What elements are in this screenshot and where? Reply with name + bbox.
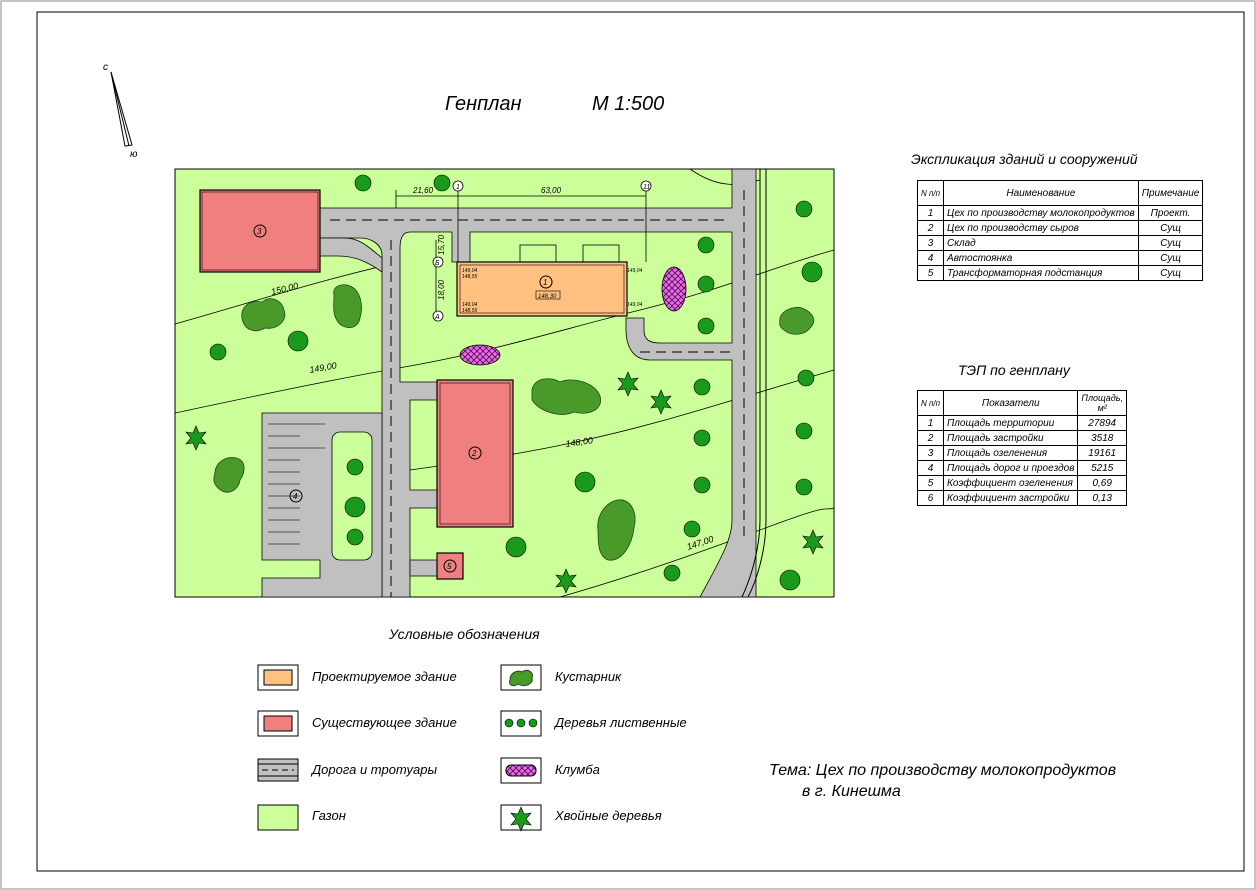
svg-text:149,04: 149,04 [627,302,643,308]
svg-text:1: 1 [456,184,460,191]
svg-text:Б: Б [435,260,440,267]
building-1-mark: 148,30 [538,294,557,300]
legend-lawn-label: Газон [312,808,346,823]
tep-table: N п/п Показатели Площадь, м² 1 Площадь т… [916,390,1127,506]
theme-line-1: Тема: Цех по производству молокопродукто… [769,762,1117,779]
flowerbed-1 [661,266,687,312]
table-row: 5 Коэффициент озеленения 0,69 [916,475,1127,491]
expl-header-name: Наименование [943,180,1139,206]
legend-symbols [257,664,542,832]
table-row: 4 Автостоянка Сущ [916,250,1204,266]
building-1-num: 1 [543,278,547,287]
table-row: 6 Коэффициент застройки 0,13 [916,490,1127,506]
north-label: с [103,62,108,73]
building-4-num: 4 [293,492,298,501]
flowerbed-2 [459,344,501,366]
dim-2160: 21,60 [412,186,434,195]
dim-6300: 63,00 [541,186,562,195]
table-row: 1 Цех по производству молокопродуктов Пр… [916,205,1204,221]
explication-title: Экспликация зданий и сооружений [911,151,1138,167]
table-row: 3 Площадь озеленения 19161 [916,445,1127,461]
table-row: 5 Трансформаторная подстанция Сущ [916,265,1204,281]
table-row: 4 Площадь дорог и проездов 5215 [916,460,1127,476]
svg-text:148,55: 148,55 [462,308,478,314]
lawn-island-b [582,244,620,264]
building-2-num: 2 [471,449,477,458]
dim-1800: 18,00 [437,279,446,300]
table-row: 1 Площадь территории 27894 [916,415,1127,431]
expl-header-note: Примечание [1137,180,1204,206]
table-row: 2 Площадь застройки 3518 [916,430,1127,446]
building-5-num: 5 [447,562,452,571]
plan-scale: М 1:500 [592,93,664,115]
expl-header-num: N п/п [916,180,945,206]
tep-title: ТЭП по генплану [958,362,1070,378]
tep-header-area: Площадь, м² [1077,390,1127,416]
table-row: 2 Цех по производству сыров Сущ [916,220,1204,236]
explication-table: N п/п Наименование Примечание 1 Цех по п… [916,180,1204,281]
plan-title: Генплан [445,93,522,115]
legend-flowerbed-label: Клумба [555,762,600,777]
north-arrow-icon: с ю [103,62,138,160]
svg-text:А: А [434,314,440,321]
legend-conifer-label: Хвойные деревья [555,808,662,823]
site-plan: 150,00 149,00 148,00 147,00 3 1 148,30 1… [174,168,835,598]
legend-road-label: Дорога и тротуары [312,762,438,777]
dim-1570: 15,70 [437,234,446,255]
legend-shrub-label: Кустарник [555,669,622,684]
legend-trees-label: Деревья лиственные [555,715,687,730]
svg-text:148,55: 148,55 [462,274,478,280]
south-label: ю [130,149,138,160]
lawn-island-a [519,244,557,264]
building-1 [456,261,628,317]
legend-title: Условные обозначения [389,626,540,642]
tep-header-name: Показатели [943,390,1079,416]
building-3-num: 3 [257,227,262,236]
legend-projected-label: Проектируемое здание [312,669,457,684]
svg-text:11: 11 [643,184,650,191]
theme-line-2: в г. Кинешма [802,783,901,800]
svg-text:149,04: 149,04 [627,268,643,274]
legend-existing-label: Существующее здание [312,715,457,730]
tep-header-num: N п/п [916,390,945,416]
table-row: 3 Склад Сущ [916,235,1204,251]
